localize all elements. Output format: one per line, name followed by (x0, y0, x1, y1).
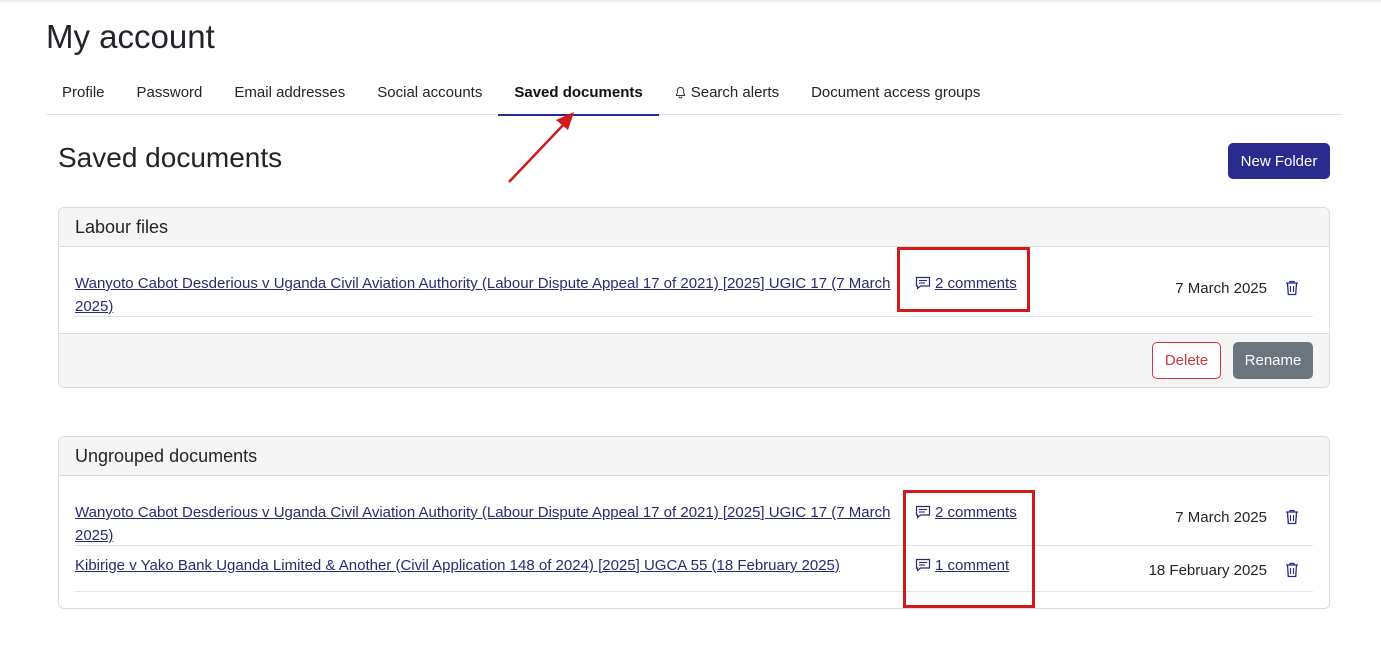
tab-document-access-groups[interactable]: Document access groups (795, 70, 996, 115)
folder-card-ungrouped: Ungrouped documents Wanyoto Cabot Desder… (58, 436, 1330, 609)
tab-social-accounts[interactable]: Social accounts (361, 70, 498, 115)
document-row: Wanyoto Cabot Desderious v Uganda Civil … (75, 500, 1313, 546)
trash-icon[interactable] (1285, 280, 1299, 296)
trash-icon[interactable] (1285, 562, 1299, 578)
document-link[interactable]: Kibirige v Yako Bank Uganda Limited & An… (75, 554, 895, 577)
top-border (0, 0, 1381, 2)
tab-saved-documents[interactable]: Saved documents (498, 70, 660, 116)
comments-count: 1 comment (935, 557, 1010, 574)
document-date: 18 February 2025 (1148, 562, 1267, 579)
document-row: Wanyoto Cabot Desderious v Uganda Civil … (75, 271, 1313, 317)
comments-link[interactable]: 2 comments (915, 501, 1017, 524)
comments-link[interactable]: 2 comments (915, 272, 1017, 295)
tab-password[interactable]: Password (121, 70, 219, 115)
comments-count: 2 comments (935, 275, 1017, 292)
new-folder-button[interactable]: New Folder (1228, 143, 1330, 179)
document-date: 7 March 2025 (1175, 280, 1267, 297)
delete-folder-button[interactable]: Delete (1152, 342, 1221, 379)
folder-header: Labour files (59, 208, 1329, 247)
document-row: Kibirige v Yako Bank Uganda Limited & An… (75, 546, 1313, 592)
comment-icon (915, 558, 931, 572)
tab-profile[interactable]: Profile (46, 70, 121, 115)
folder-header: Ungrouped documents (59, 437, 1329, 476)
folder-footer: Delete Rename (59, 333, 1329, 387)
page-title: My account (46, 18, 215, 55)
tab-search-alerts-label: Search alerts (690, 84, 780, 101)
folder-body: Wanyoto Cabot Desderious v Uganda Civil … (59, 247, 1329, 333)
tab-search-alerts[interactable]: Search alerts (659, 70, 795, 115)
tab-email-addresses[interactable]: Email addresses (218, 70, 361, 115)
section-title: Saved documents (58, 142, 283, 173)
bell-icon (675, 86, 685, 99)
comments-link[interactable]: 1 comment (915, 554, 1009, 577)
document-link[interactable]: Wanyoto Cabot Desderious v Uganda Civil … (75, 501, 895, 547)
comments-count: 2 comments (935, 504, 1017, 521)
comment-icon (915, 505, 931, 519)
document-date: 7 March 2025 (1175, 509, 1267, 526)
folder-card-labour-files: Labour files Wanyoto Cabot Desderious v … (58, 207, 1330, 388)
trash-icon[interactable] (1285, 509, 1299, 525)
folder-body: Wanyoto Cabot Desderious v Uganda Civil … (59, 476, 1329, 608)
account-tabs: Profile Password Email addresses Social … (46, 70, 1342, 116)
document-link[interactable]: Wanyoto Cabot Desderious v Uganda Civil … (75, 272, 895, 318)
comment-icon (915, 276, 931, 290)
rename-folder-button[interactable]: Rename (1233, 342, 1313, 379)
